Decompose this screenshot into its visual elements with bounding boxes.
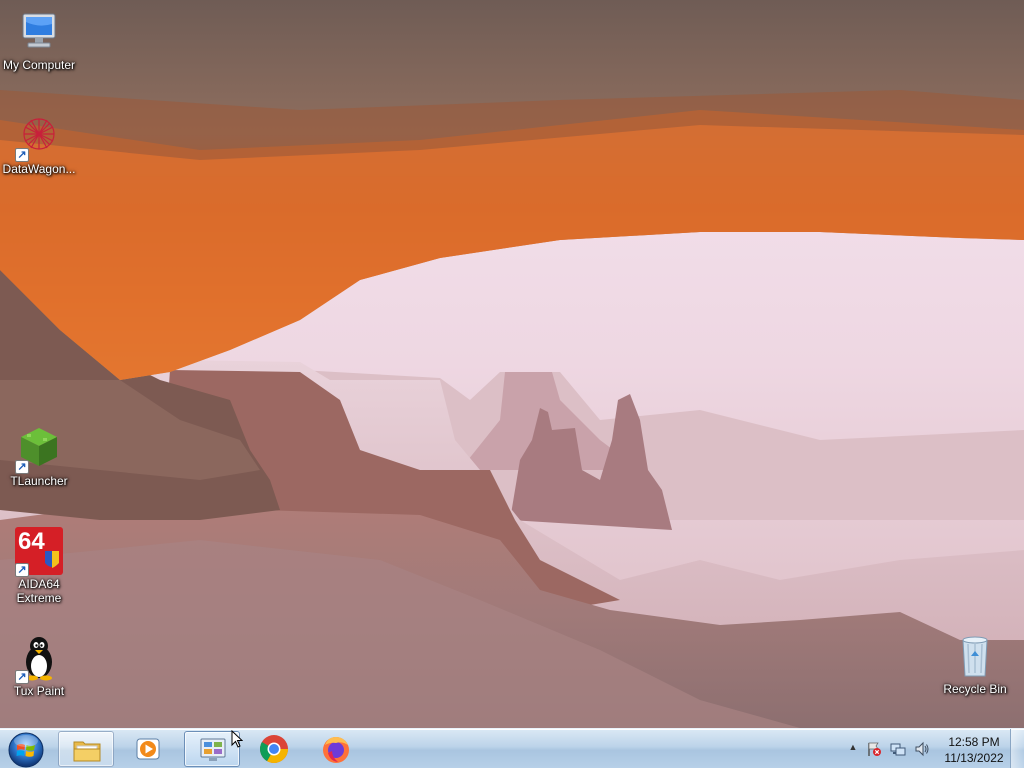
- desktop-wallpaper: [0, 0, 1024, 728]
- datawagon-icon: ↗: [15, 112, 63, 162]
- firefox-icon: [323, 737, 349, 763]
- start-button[interactable]: [6, 731, 46, 768]
- aida64-icon: 64 ↗: [15, 527, 63, 577]
- control-panel-icon: [200, 738, 226, 761]
- clock-date: 11/13/2022: [944, 751, 1004, 765]
- desktop-icon-label: Recycle Bin: [943, 682, 1007, 696]
- action-center-flag-icon[interactable]: [866, 741, 882, 757]
- desktop-icon-my-computer[interactable]: My Computer: [1, 8, 77, 72]
- desktop-icon-label: DataWagon...: [2, 162, 76, 176]
- taskbar-item-file-explorer[interactable]: [58, 731, 114, 767]
- shortcut-arrow-icon: ↗: [15, 670, 29, 684]
- desktop-icon-aida64[interactable]: 64 ↗ AIDA64 Extreme: [1, 527, 77, 605]
- desktop-icon-label: Tux Paint: [13, 684, 65, 698]
- tlauncher-icon: ↗: [15, 424, 63, 474]
- mouse-cursor-icon: [231, 730, 243, 748]
- desktop-icon-label: TLauncher: [10, 474, 68, 488]
- desktop-icon-tlauncher[interactable]: ↗ TLauncher: [1, 424, 77, 488]
- desktop-icon-label: My Computer: [2, 58, 76, 72]
- show-hidden-icons-button[interactable]: ▲: [845, 742, 861, 758]
- windows-start-icon: [8, 732, 44, 768]
- shortcut-arrow-icon: ↗: [15, 563, 29, 577]
- desktop-icon-recycle-bin[interactable]: Recycle Bin: [937, 632, 1013, 696]
- shortcut-arrow-icon: ↗: [15, 148, 29, 162]
- shortcut-arrow-icon: ↗: [15, 460, 29, 474]
- tux-paint-icon: ↗: [15, 634, 63, 684]
- recycle-bin-icon: [951, 632, 999, 680]
- network-icon[interactable]: [890, 741, 906, 757]
- clock-time: 12:58 PM: [948, 735, 1000, 749]
- desktop-icon-tux-paint[interactable]: ↗ Tux Paint: [1, 634, 77, 698]
- volume-icon[interactable]: [914, 741, 930, 757]
- media-player-icon: [136, 738, 160, 760]
- taskbar-item-firefox[interactable]: [308, 731, 364, 767]
- computer-icon: [15, 8, 63, 56]
- system-clock[interactable]: 12:58 PM 11/13/2022: [942, 734, 1006, 766]
- aida64-badge: 64: [18, 528, 45, 555]
- taskbar-item-media-player[interactable]: [120, 731, 176, 767]
- folder-icon: [73, 741, 101, 762]
- desktop-icon-datawagon[interactable]: ↗ DataWagon...: [1, 112, 77, 176]
- taskbar: ▲ 12:58 PM 11/13/2022: [0, 728, 1024, 768]
- taskbar-item-chrome[interactable]: [246, 731, 302, 767]
- show-desktop-button[interactable]: [1010, 729, 1024, 768]
- chrome-icon: [260, 735, 288, 763]
- desktop-icon-label: AIDA64 Extreme: [16, 577, 62, 605]
